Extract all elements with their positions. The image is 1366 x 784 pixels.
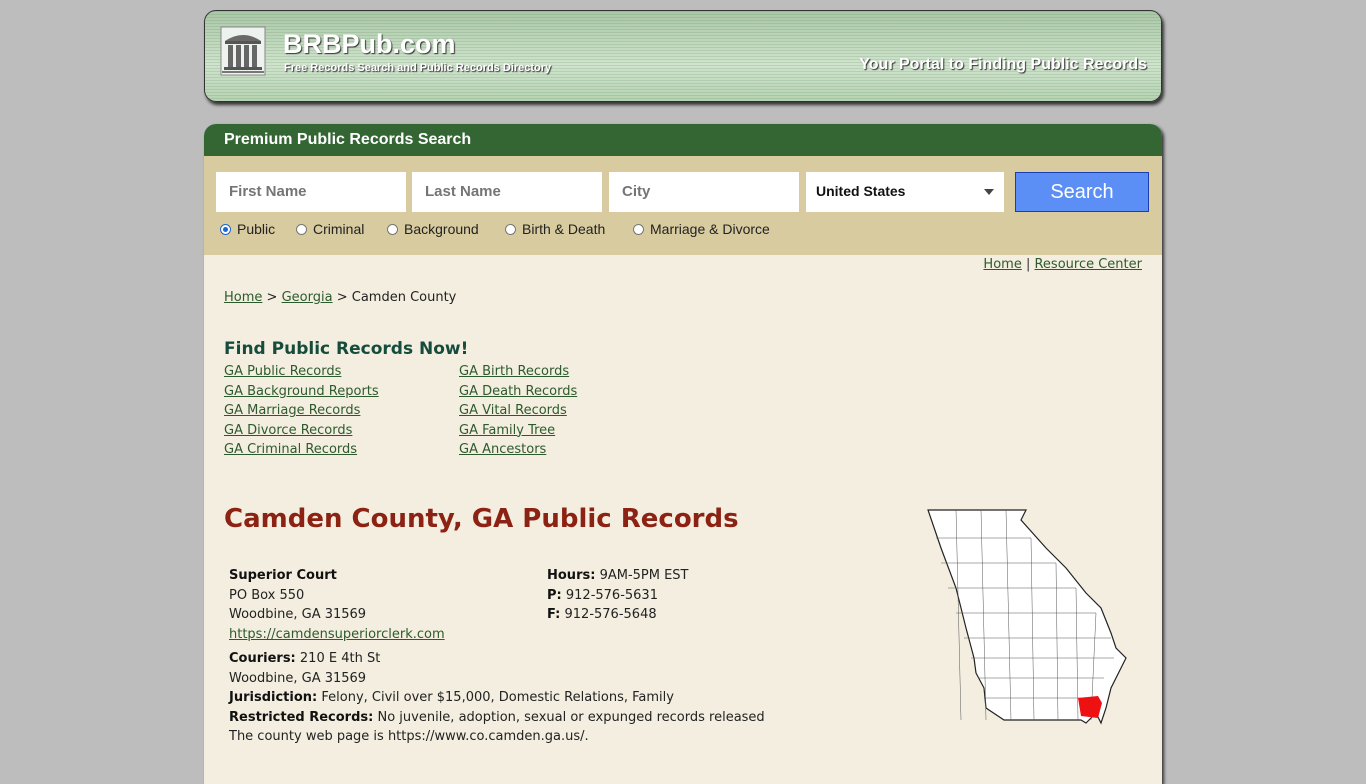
site-name[interactable]: BRBPub.com xyxy=(283,29,456,60)
link-ga-criminal-records[interactable]: GA Criminal Records xyxy=(224,442,357,457)
chevron-down-icon xyxy=(984,189,994,195)
court-details: Couriers: 210 E 4th St Woodbine, GA 3156… xyxy=(229,649,765,747)
jurisdiction-value: Felony, Civil over $15,000, Domestic Rel… xyxy=(321,690,674,705)
fax-value: 912-576-5648 xyxy=(564,607,657,622)
link-ga-divorce-records[interactable]: GA Divorce Records xyxy=(224,423,352,438)
breadcrumb: Home > Georgia > Camden County xyxy=(224,290,457,305)
radio-unchecked-icon[interactable] xyxy=(387,223,398,235)
link-ga-marriage-records[interactable]: GA Marriage Records xyxy=(224,403,360,418)
resource-center-link[interactable]: Resource Center xyxy=(1034,257,1142,272)
records-links-left: GA Public Records GA Background Reports … xyxy=(224,362,379,460)
home-link[interactable]: Home xyxy=(983,257,1021,272)
radio-public[interactable]: Public xyxy=(220,221,275,237)
radio-unchecked-icon[interactable] xyxy=(296,223,307,235)
link-ga-family-tree[interactable]: GA Family Tree xyxy=(459,423,555,438)
county-web-note: The county web page is https://www.co.ca… xyxy=(229,729,589,744)
country-selected-value: United States xyxy=(816,183,906,199)
find-records-heading: Find Public Records Now! xyxy=(224,339,469,359)
court-name: Superior Court xyxy=(229,568,337,583)
first-name-input[interactable] xyxy=(216,172,406,212)
breadcrumb-georgia[interactable]: Georgia xyxy=(282,290,333,305)
radio-criminal[interactable]: Criminal xyxy=(296,221,364,237)
county-title: Camden County, GA Public Records xyxy=(224,504,739,534)
radio-unchecked-icon[interactable] xyxy=(505,223,516,235)
link-ga-background-reports[interactable]: GA Background Reports xyxy=(224,384,379,399)
link-ga-vital-records[interactable]: GA Vital Records xyxy=(459,403,567,418)
radio-checked-icon[interactable] xyxy=(220,223,231,235)
site-tagline: Free Records Search and Public Records D… xyxy=(284,62,552,74)
phone-value: 912-576-5631 xyxy=(565,587,658,603)
hours-value: 9AM-5PM EST xyxy=(599,568,689,583)
radio-background[interactable]: Background xyxy=(387,221,479,237)
main-panel: Premium Public Records Search United Sta… xyxy=(204,124,1162,784)
court-address: Superior Court PO Box 550 Woodbine, GA 3… xyxy=(229,568,445,642)
site-header: BRBPub.com Free Records Search and Publi… xyxy=(204,10,1162,102)
georgia-county-map xyxy=(927,509,1127,725)
city-input[interactable] xyxy=(609,172,799,212)
restricted-value: No juvenile, adoption, sexual or expunge… xyxy=(377,709,765,725)
georgia-outline xyxy=(927,509,1127,725)
breadcrumb-current: Camden County xyxy=(351,290,457,305)
link-ga-birth-records[interactable]: GA Birth Records xyxy=(459,364,569,379)
radio-birth-death[interactable]: Birth & Death xyxy=(505,221,605,237)
link-ga-ancestors[interactable]: GA Ancestors xyxy=(459,442,546,457)
courthouse-icon[interactable] xyxy=(219,25,267,77)
radio-unchecked-icon[interactable] xyxy=(633,223,644,235)
country-select[interactable]: United States xyxy=(806,172,1004,212)
court-contact: Hours: 9AM-5PM EST P: 912-576-5631 F: 91… xyxy=(547,568,689,622)
link-ga-public-records[interactable]: GA Public Records xyxy=(224,364,341,379)
records-links-right: GA Birth Records GA Death Records GA Vit… xyxy=(459,362,577,460)
top-links: Home | Resource Center xyxy=(983,257,1142,272)
court-website-link[interactable]: https://camdensuperiorclerk.com xyxy=(229,627,445,642)
link-ga-death-records[interactable]: GA Death Records xyxy=(459,384,577,399)
search-panel-title: Premium Public Records Search xyxy=(204,124,1162,156)
camden-county-highlight xyxy=(1078,696,1102,718)
portal-slogan: Your Portal to Finding Public Records xyxy=(859,56,1147,73)
search-form: United States Search Public Criminal Bac… xyxy=(204,156,1162,255)
last-name-input[interactable] xyxy=(412,172,602,212)
link-separator: | xyxy=(1025,257,1031,272)
search-button[interactable]: Search xyxy=(1015,172,1149,212)
breadcrumb-home[interactable]: Home xyxy=(224,290,262,305)
radio-marriage-divorce[interactable]: Marriage & Divorce xyxy=(633,221,770,237)
